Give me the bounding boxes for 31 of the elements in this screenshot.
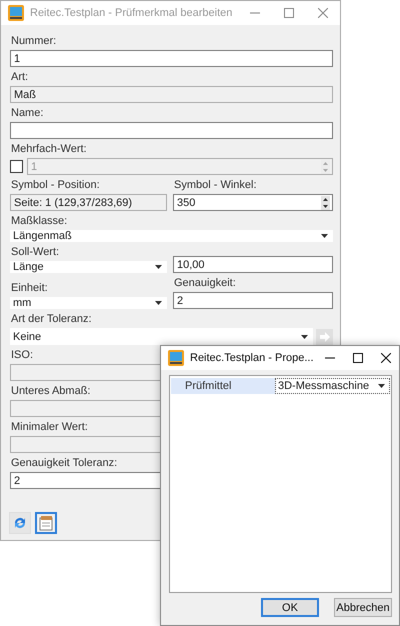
input-field[interactable]: 2 [173, 292, 333, 309]
readonly-field: Maß [10, 86, 333, 103]
field-label: ISO: [10, 348, 34, 363]
field-label: Genauigkeit: [173, 276, 236, 291]
input-field[interactable]: 1 [10, 50, 333, 67]
field-label: Mehrfach-Wert: [10, 142, 87, 157]
field-label: Art: [10, 70, 28, 85]
dropdown[interactable]: Länge [10, 261, 167, 273]
field-label: Nummer: [10, 34, 56, 49]
property-name[interactable]: Prüfmittel [171, 378, 275, 394]
input-field[interactable]: 10,00 [173, 256, 333, 273]
field-label: Unteres Abmaß: [10, 384, 90, 399]
field-label: Minimaler Wert: [10, 420, 88, 435]
dropdown[interactable]: mm [10, 297, 167, 309]
property-dropdown[interactable]: 3D-Messmaschine [275, 378, 390, 394]
number-field[interactable]: 350 [173, 194, 333, 211]
cancel-button[interactable]: Abbrechen [334, 598, 392, 617]
field-label: Name: [10, 106, 44, 121]
window-title: Reitec.Testplan - Prope... [190, 352, 314, 364]
field-label: Symbol - Position: [10, 178, 100, 193]
window-title: Reitec.Testplan - Prüfmerkmal bearbeiten [30, 7, 232, 19]
field-label: Symbol - Winkel: [173, 178, 257, 193]
field-label: Maßklasse: [10, 214, 68, 229]
field-label: Genauigkeit Toleranz: [10, 456, 118, 471]
dropdown[interactable]: Längenmaß [10, 230, 333, 242]
field-label: Einheit: [10, 281, 48, 296]
dropdown[interactable]: Keine [10, 328, 313, 345]
field-label: Art der Toleranz: [10, 312, 92, 327]
field-label: Soll-Wert: [10, 245, 60, 260]
readonly-field: Seite: 1 (129,37/283,69) [10, 194, 167, 211]
ok-button[interactable]: OK [261, 598, 319, 617]
